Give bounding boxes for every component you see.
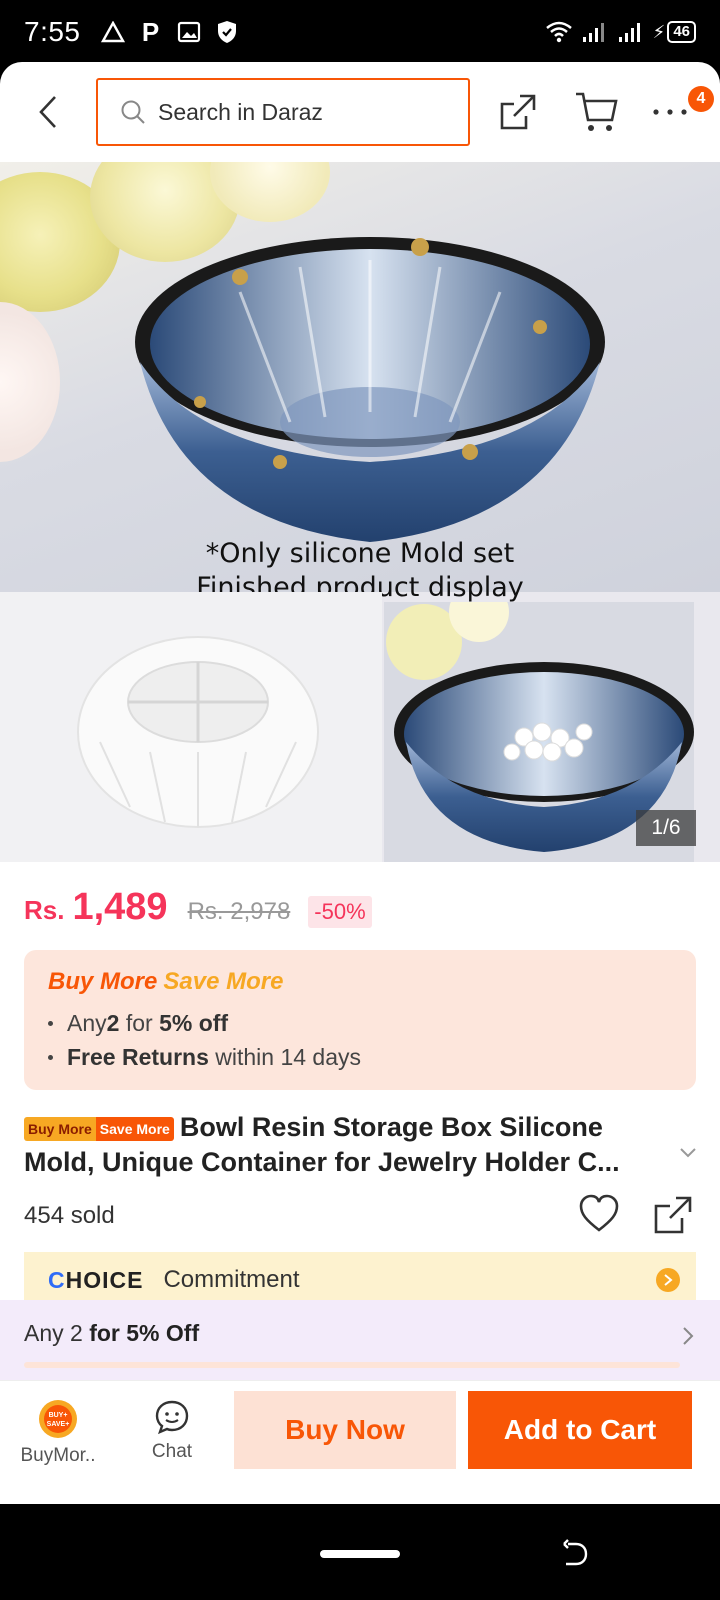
shield-icon bbox=[213, 18, 241, 46]
silicone-mold-image bbox=[0, 592, 382, 862]
charging-icon: ⚡ bbox=[652, 21, 666, 42]
offer-text: Any 2 for 5% Off bbox=[24, 1320, 200, 1346]
back-button[interactable] bbox=[30, 90, 66, 134]
share-button[interactable] bbox=[496, 90, 540, 134]
cart-button[interactable] bbox=[574, 90, 620, 134]
chevron-right-icon bbox=[683, 1327, 694, 1345]
cart-badge: 4 bbox=[688, 86, 714, 112]
wishlist-button[interactable] bbox=[578, 1194, 620, 1234]
share-icon bbox=[500, 94, 536, 130]
chevron-down-icon bbox=[680, 1148, 696, 1158]
promo-line-returns: Free Returns within 14 days bbox=[48, 1044, 672, 1071]
rotate-screen-icon[interactable] bbox=[558, 1538, 590, 1570]
bottom-action-bar: BUY+ SAVE+ BuyMor.. Chat Buy Now Add to … bbox=[0, 1380, 720, 1504]
image-counter: 1/6 bbox=[636, 810, 696, 846]
promo-title-part2: Save More bbox=[163, 968, 284, 995]
resin-bowl-image bbox=[135, 237, 605, 542]
wifi-icon bbox=[545, 18, 573, 46]
home-gesture-handle[interactable] bbox=[320, 1550, 400, 1558]
chat-label: Chat bbox=[151, 1441, 193, 1462]
more-dots-icon bbox=[653, 109, 687, 115]
add-to-cart-button[interactable]: Add to Cart bbox=[468, 1391, 692, 1469]
battery-level: 46 bbox=[667, 21, 696, 43]
chat-icon bbox=[155, 1400, 189, 1435]
parking-icon: P bbox=[141, 16, 160, 47]
price-row: Rs. 1,489 Rs. 2,978 -50% bbox=[24, 886, 372, 929]
chevron-left-icon bbox=[39, 96, 56, 128]
cart-icon bbox=[576, 92, 618, 131]
original-price: Rs. 2,978 bbox=[187, 898, 291, 925]
status-time: 7:55 bbox=[24, 16, 81, 47]
share-product-button[interactable] bbox=[652, 1194, 694, 1236]
choice-text: Commitment bbox=[163, 1266, 300, 1293]
product-page: 4 bbox=[0, 62, 720, 1504]
signal-icon bbox=[581, 18, 609, 46]
product-title[interactable]: Buy More Save More Bowl Resin Storage Box … bbox=[24, 1110, 674, 1180]
signal-icon-2 bbox=[617, 18, 645, 46]
promo-line-discount: Any 2 for 5% off bbox=[48, 1010, 672, 1037]
search-icon bbox=[121, 100, 145, 124]
image-caption-line-1: *Only silicone Mold set bbox=[205, 538, 515, 569]
product-image-gallery[interactable]: *Only silicone Mold set Finished product… bbox=[0, 162, 720, 862]
chat-button[interactable]: Chat bbox=[122, 1399, 222, 1463]
search-input[interactable] bbox=[158, 98, 448, 126]
main-product-image bbox=[0, 162, 720, 592]
svg-text:BUY+: BUY+ bbox=[49, 1412, 68, 1419]
heart-icon bbox=[579, 1194, 619, 1232]
buy-more-label: BuyMor.. bbox=[20, 1445, 96, 1466]
buy-more-save-more-card[interactable]: Buy More Save More Any 2 for 5% off Free … bbox=[24, 950, 696, 1090]
bundle-offer-banner[interactable]: Any 2 for 5% Off bbox=[0, 1300, 720, 1380]
price-currency: Rs. bbox=[24, 895, 65, 925]
status-bar: 7:55 P ⚡ 46 bbox=[0, 0, 720, 64]
current-price: 1,489 bbox=[72, 886, 168, 928]
system-nav-bar bbox=[0, 1504, 720, 1600]
sold-count: 454 sold bbox=[24, 1202, 115, 1229]
choice-logo: CHOICE bbox=[48, 1266, 144, 1293]
discount-badge: -50% bbox=[308, 896, 372, 928]
buy-more-tag: Buy More Save More bbox=[24, 1117, 174, 1141]
battery-indicator: ⚡ 46 bbox=[653, 21, 696, 43]
top-header: 4 bbox=[0, 62, 720, 162]
promo-title-part1: Buy More bbox=[48, 968, 158, 995]
promo-title: Buy More Save More bbox=[48, 968, 672, 996]
gallery-icon bbox=[175, 18, 203, 46]
search-bar[interactable] bbox=[96, 78, 470, 146]
drive-icon bbox=[99, 18, 127, 46]
chevron-right-icon bbox=[656, 1268, 680, 1292]
share-icon bbox=[654, 1196, 692, 1234]
buy-more-save-more-icon: BUY+ SAVE+ bbox=[39, 1400, 77, 1438]
buy-now-button[interactable]: Buy Now bbox=[234, 1391, 456, 1469]
more-button[interactable] bbox=[650, 98, 690, 126]
svg-text:SAVE+: SAVE+ bbox=[47, 1421, 70, 1428]
buy-more-button[interactable]: BUY+ SAVE+ BuyMor.. bbox=[8, 1399, 108, 1467]
expand-title-button[interactable] bbox=[678, 1142, 698, 1162]
offer-progress-bar bbox=[24, 1362, 680, 1368]
